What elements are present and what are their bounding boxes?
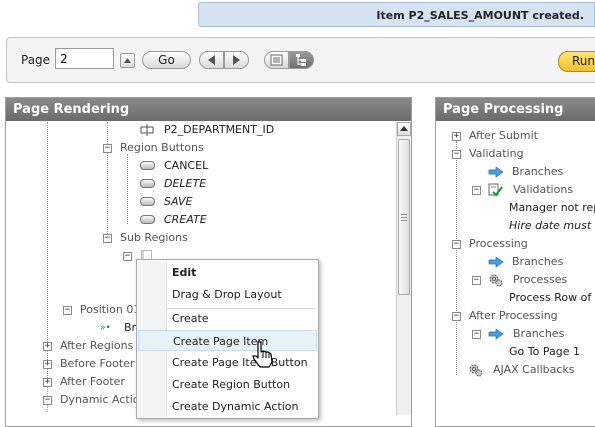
collapse-icon[interactable]: − bbox=[472, 186, 481, 195]
page-item-icon bbox=[140, 124, 154, 136]
page-lookup-button[interactable] bbox=[120, 53, 135, 68]
expand-icon[interactable]: + bbox=[43, 342, 52, 351]
menu-item-create-page-item-button[interactable]: Create Page Item Button bbox=[138, 352, 317, 373]
list-view-button[interactable] bbox=[264, 51, 289, 69]
page-label: Page bbox=[21, 53, 51, 67]
rendering-scrollbar[interactable] bbox=[396, 122, 411, 415]
next-page-button[interactable] bbox=[224, 51, 249, 69]
page-number-input[interactable] bbox=[55, 48, 114, 69]
arrow-right-icon bbox=[488, 328, 504, 340]
arrow-up-icon bbox=[124, 58, 131, 63]
arrow-right-icon bbox=[488, 256, 504, 268]
page-processing-title: Page Processing bbox=[436, 98, 595, 121]
expand-icon[interactable]: + bbox=[43, 360, 52, 369]
collapse-icon[interactable]: − bbox=[123, 252, 132, 261]
tree-icon bbox=[296, 54, 306, 66]
chevron-left-icon bbox=[208, 55, 215, 65]
expand-icon[interactable]: + bbox=[43, 378, 52, 387]
tree-view-button[interactable] bbox=[289, 51, 314, 69]
collapse-icon[interactable]: − bbox=[63, 306, 72, 315]
notification-message: Item P2_SALES_AMOUNT created. bbox=[376, 9, 584, 22]
scroll-grip bbox=[401, 214, 407, 221]
chevron-right-icon bbox=[233, 55, 240, 65]
list-icon bbox=[270, 54, 283, 66]
menu-item-create-dynamic-action[interactable]: Create Dynamic Action bbox=[138, 396, 317, 417]
previous-page-button[interactable] bbox=[199, 51, 224, 69]
collapse-icon[interactable]: − bbox=[452, 150, 461, 159]
context-menu: Edit Drag & Drop Layout Create Create Pa… bbox=[136, 259, 319, 419]
scroll-up-button[interactable] bbox=[397, 122, 411, 136]
button-icon bbox=[140, 179, 155, 188]
menu-item-edit[interactable]: Edit bbox=[138, 262, 317, 283]
page-rendering-title: Page Rendering bbox=[6, 98, 411, 121]
go-button[interactable]: Go bbox=[142, 51, 191, 69]
checklist-icon bbox=[488, 183, 503, 197]
gears-icon bbox=[469, 364, 483, 377]
menu-item-drag-drop-layout[interactable]: Drag & Drop Layout bbox=[138, 284, 317, 305]
tree-guide-line bbox=[456, 141, 457, 375]
collapse-icon[interactable]: − bbox=[103, 144, 112, 153]
menu-item-create-page-item[interactable]: Create Page Item bbox=[138, 330, 317, 351]
menu-item-create-region-button[interactable]: Create Region Button bbox=[138, 374, 317, 395]
button-icon bbox=[140, 215, 155, 224]
collapse-icon[interactable]: − bbox=[43, 396, 52, 405]
collapse-icon[interactable]: − bbox=[103, 234, 112, 243]
scroll-thumb[interactable] bbox=[398, 139, 410, 295]
arrow-up-icon bbox=[400, 126, 408, 131]
button-icon bbox=[140, 197, 155, 206]
page-toolbar: Page Go Run bbox=[6, 37, 595, 83]
collapse-icon[interactable]: − bbox=[472, 276, 481, 285]
tree-guide-line bbox=[127, 154, 128, 224]
breadcrumb-icon: »• bbox=[100, 323, 111, 333]
button-icon bbox=[140, 161, 155, 170]
collapse-icon[interactable]: − bbox=[452, 312, 461, 321]
arrow-right-icon bbox=[488, 166, 504, 178]
expand-icon[interactable]: + bbox=[452, 132, 461, 141]
run-page-button[interactable]: Run bbox=[558, 51, 595, 72]
hand-cursor-icon bbox=[252, 341, 273, 368]
tree-guide-line bbox=[107, 122, 108, 240]
collapse-icon[interactable]: − bbox=[472, 330, 481, 339]
collapse-icon[interactable]: − bbox=[452, 240, 461, 249]
success-notification: Item P2_SALES_AMOUNT created. bbox=[198, 2, 595, 27]
menu-item-create[interactable]: Create bbox=[138, 308, 317, 329]
gears-icon bbox=[489, 274, 503, 287]
